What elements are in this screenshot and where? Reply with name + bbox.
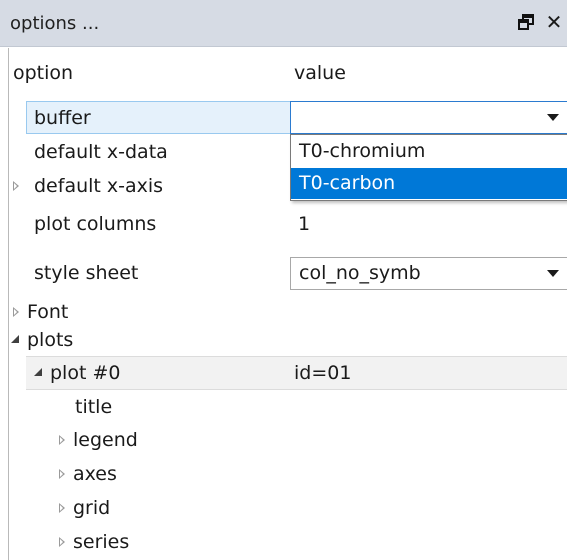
grid-label[interactable]: grid bbox=[73, 491, 110, 525]
panel-title: options ... bbox=[10, 13, 100, 34]
panel-title-bar[interactable]: options ... ✕ bbox=[0, 0, 567, 47]
legend-label[interactable]: legend bbox=[73, 423, 138, 457]
close-icon[interactable]: ✕ bbox=[541, 8, 567, 36]
buffer-dropdown-list[interactable]: T0-chromium T0-carbon bbox=[290, 134, 567, 201]
title-label[interactable]: title bbox=[75, 390, 112, 424]
expand-triangle-icon[interactable] bbox=[59, 503, 65, 513]
plots-label[interactable]: plots bbox=[27, 323, 73, 357]
collapse-triangle-icon[interactable] bbox=[11, 335, 19, 343]
plot-0-label[interactable]: plot #0 bbox=[50, 356, 120, 390]
style-sheet-value: col_no_symb bbox=[299, 262, 421, 284]
series-label[interactable]: series bbox=[73, 525, 129, 559]
collapse-triangle-icon[interactable] bbox=[34, 368, 42, 376]
plot-columns-label[interactable]: plot columns bbox=[34, 207, 156, 241]
default-x-axis-label[interactable]: default x-axis bbox=[34, 169, 163, 203]
chevron-down-icon[interactable] bbox=[547, 270, 559, 277]
float-window-icon[interactable] bbox=[513, 8, 539, 36]
chevron-down-icon[interactable] bbox=[547, 114, 559, 121]
plot-columns-value[interactable]: 1 bbox=[298, 207, 310, 241]
expand-triangle-icon[interactable] bbox=[59, 435, 65, 445]
buffer-label[interactable]: buffer bbox=[34, 101, 91, 135]
column-header-value: value bbox=[294, 62, 346, 84]
dropdown-option-selected[interactable]: T0-carbon bbox=[291, 168, 567, 199]
expand-triangle-icon[interactable] bbox=[59, 537, 65, 547]
expand-triangle-icon[interactable] bbox=[13, 307, 19, 317]
style-sheet-label[interactable]: style sheet bbox=[34, 257, 138, 291]
property-grid: option value buffer default x-data defau… bbox=[8, 48, 567, 560]
expand-triangle-icon[interactable] bbox=[13, 181, 19, 191]
buffer-combobox[interactable] bbox=[290, 101, 567, 134]
style-sheet-combobox[interactable]: col_no_symb bbox=[290, 257, 567, 290]
expand-triangle-icon[interactable] bbox=[59, 469, 65, 479]
dropdown-option[interactable]: T0-chromium bbox=[291, 136, 567, 167]
default-x-data-label[interactable]: default x-data bbox=[34, 135, 168, 169]
column-header-option: option bbox=[13, 62, 74, 84]
options-panel: options ... ✕ option value buffer defaul… bbox=[0, 0, 567, 560]
axes-label[interactable]: axes bbox=[73, 457, 117, 491]
grid-header: option value bbox=[9, 56, 567, 90]
plot-0-value[interactable]: id=01 bbox=[294, 356, 351, 390]
